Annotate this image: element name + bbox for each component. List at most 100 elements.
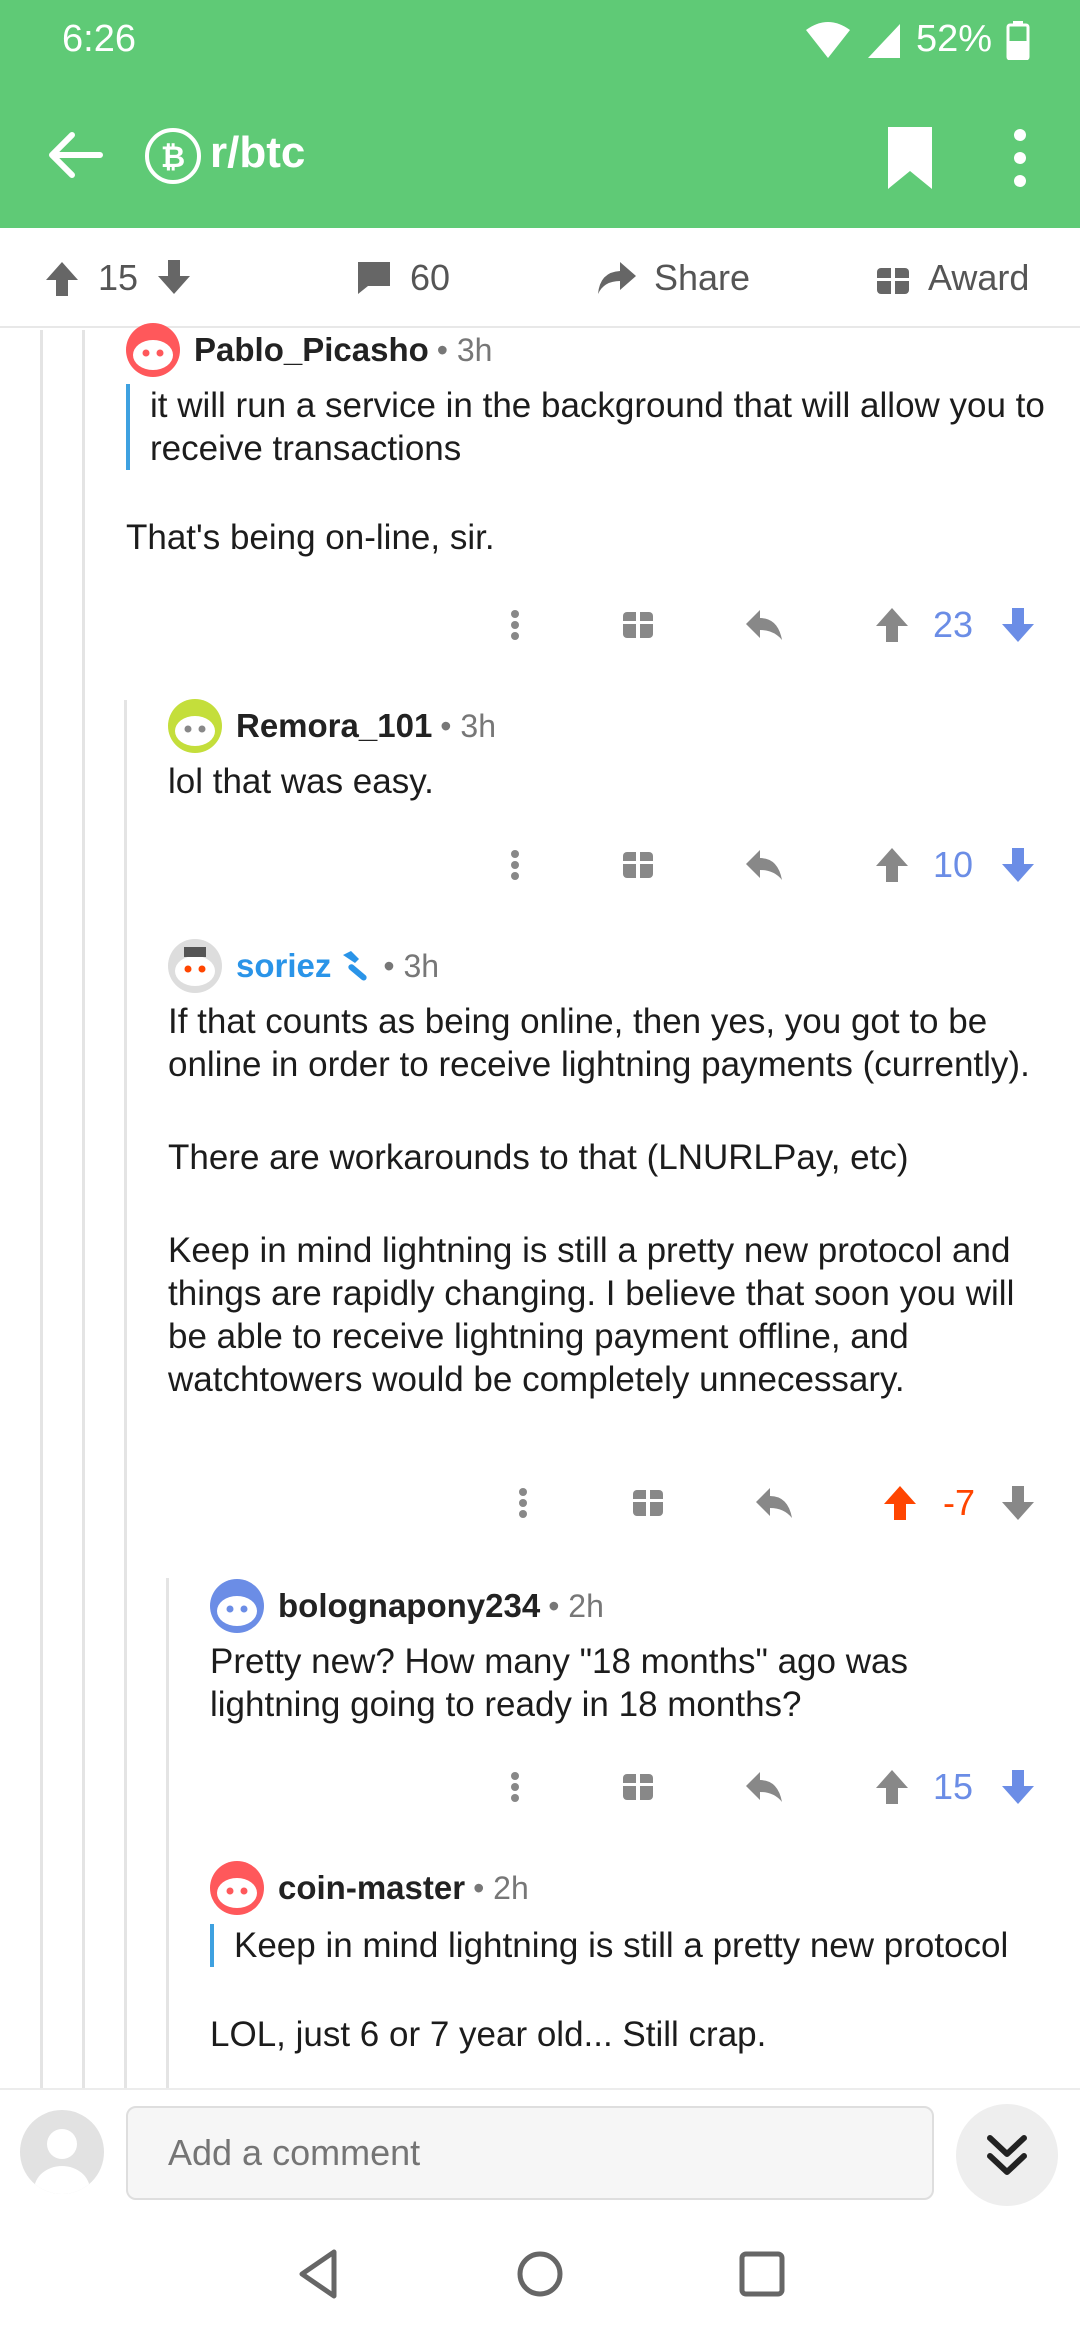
upvote-icon[interactable]	[872, 590, 912, 660]
comment-body: LOL, just 6 or 7 year old... Still crap.	[210, 2015, 767, 2054]
system-nav-bar	[0, 2208, 1080, 2340]
avatar[interactable]	[210, 1579, 264, 1633]
upvote-icon[interactable]	[880, 1468, 920, 1538]
back-arrow-icon[interactable]	[40, 120, 110, 190]
add-comment-bar	[0, 2088, 1080, 2208]
more-vertical-icon[interactable]	[500, 1752, 530, 1822]
username[interactable]: coin-master	[278, 1869, 465, 1907]
avatar[interactable]	[210, 1861, 264, 1915]
comment-age: • 2h	[548, 1587, 604, 1624]
comment: bolognapony234 • 2h Pretty new? How many…	[210, 1578, 1060, 1726]
comment-paragraph: There are workarounds to that (LNURLPay,…	[168, 1138, 909, 1177]
nav-back-icon[interactable]	[290, 2244, 350, 2304]
nav-home-icon[interactable]	[510, 2244, 570, 2304]
more-vertical-icon[interactable]	[500, 590, 530, 660]
gift-icon[interactable]	[620, 830, 656, 900]
downvote-icon[interactable]	[998, 830, 1038, 900]
downvote-icon[interactable]	[998, 1752, 1038, 1822]
battery-icon	[1006, 20, 1030, 60]
comment-header: bolognapony234 • 2h	[210, 1578, 1060, 1634]
status-time: 6:26	[62, 18, 136, 60]
comment-icon	[358, 262, 390, 294]
comment: Remora_101 • 3h lol that was easy.	[168, 698, 1058, 803]
award-label: Award	[928, 257, 1030, 298]
jump-next-button[interactable]	[956, 2104, 1058, 2206]
subreddit-title[interactable]: r/btc	[210, 128, 305, 178]
quote-block: Keep in mind lightning is still a pretty…	[210, 1924, 1070, 1967]
comment: coin-master • 2h Keep in mind lightning …	[210, 1860, 1070, 2056]
app-header: 6:26 52% ₿ r/btc	[0, 0, 1080, 228]
username[interactable]: Remora_101	[236, 707, 432, 745]
svg-text:₿: ₿	[161, 140, 185, 175]
comment-score: 23	[932, 604, 974, 645]
double-chevron-down-icon	[987, 2135, 1027, 2175]
reply-icon[interactable]	[744, 1752, 784, 1822]
avatar[interactable]	[20, 2110, 104, 2194]
status-indicators: 52%	[804, 18, 1030, 61]
post-action-bar: 15 60 Share Award	[0, 228, 1080, 328]
share-icon	[598, 262, 636, 294]
comment-age: • 3h	[383, 947, 440, 984]
avatar[interactable]	[168, 699, 222, 753]
downvote-icon[interactable]	[154, 258, 194, 298]
more-vertical-icon[interactable]	[500, 830, 530, 900]
comment-paragraph: If that counts as being online, then yes…	[168, 1002, 1030, 1084]
reply-icon[interactable]	[744, 590, 784, 660]
comment-actions: 23	[0, 590, 1080, 660]
downvote-icon[interactable]	[998, 590, 1038, 660]
reply-icon[interactable]	[744, 830, 784, 900]
comments-button[interactable]: 60	[354, 228, 450, 328]
comment: Pablo_Picasho • 3h it will run a service…	[126, 322, 1066, 559]
moderator-icon	[343, 951, 368, 981]
add-comment-input[interactable]	[126, 2106, 934, 2200]
comment-score: 15	[932, 1766, 974, 1807]
upvote-icon[interactable]	[42, 258, 82, 298]
username[interactable]: Pablo_Picasho	[194, 331, 429, 369]
comment-header: coin-master • 2h	[210, 1860, 1070, 1916]
comment-paragraph: Keep in mind lightning is still a pretty…	[168, 1231, 1015, 1399]
comment-age: • 3h	[440, 707, 496, 744]
comment-count: 60	[410, 257, 451, 298]
battery-percent: 52%	[915, 18, 992, 60]
thread-line	[166, 1578, 169, 2088]
share-button[interactable]: Share	[596, 228, 750, 328]
comment-actions: 10	[0, 830, 1080, 900]
thread-line	[124, 700, 127, 2088]
bitcoin-icon: ₿	[145, 128, 201, 184]
comment-actions: -7	[0, 1468, 1080, 1538]
comment-body: Pretty new? How many "18 months" ago was…	[210, 1642, 908, 1724]
more-vertical-icon[interactable]	[508, 1468, 538, 1538]
comment-header: Pablo_Picasho • 3h	[126, 322, 1066, 378]
nav-recents-icon[interactable]	[732, 2244, 792, 2304]
post-vote-group: 15	[42, 228, 194, 328]
gift-icon[interactable]	[620, 590, 656, 660]
comment-age: • 3h	[436, 331, 493, 368]
comment-body: That's being on-line, sir.	[126, 518, 495, 557]
comment-actions: 15	[0, 1752, 1080, 1822]
bookmark-icon[interactable]	[880, 125, 940, 191]
comment-score: -7	[942, 1482, 975, 1523]
username[interactable]: bolognapony234	[278, 1587, 540, 1625]
comment-score: 10	[932, 844, 974, 885]
avatar[interactable]	[168, 939, 222, 993]
award-button[interactable]: Award	[874, 228, 1029, 328]
username[interactable]: soriez	[236, 947, 331, 985]
downvote-icon[interactable]	[998, 1468, 1038, 1538]
gift-icon[interactable]	[630, 1468, 666, 1538]
comment: soriez • 3h If that counts as being onli…	[168, 938, 1058, 1401]
gift-icon[interactable]	[620, 1752, 656, 1822]
avatar[interactable]	[126, 323, 180, 377]
post-score: 15	[98, 257, 139, 298]
upvote-icon[interactable]	[872, 830, 912, 900]
comment-body: lol that was easy.	[168, 762, 434, 801]
reply-icon[interactable]	[754, 1468, 794, 1538]
wifi-icon	[805, 21, 850, 58]
comment-age: • 2h	[473, 1869, 529, 1906]
upvote-icon[interactable]	[872, 1752, 912, 1822]
comment-header: soriez • 3h	[168, 938, 1058, 994]
cell-signal-icon	[867, 23, 900, 58]
status-bar: 6:26 52%	[0, 0, 1080, 80]
gift-icon	[877, 268, 909, 294]
more-vertical-icon[interactable]	[1000, 125, 1040, 191]
quote-block: it will run a service in the background …	[126, 384, 1066, 470]
